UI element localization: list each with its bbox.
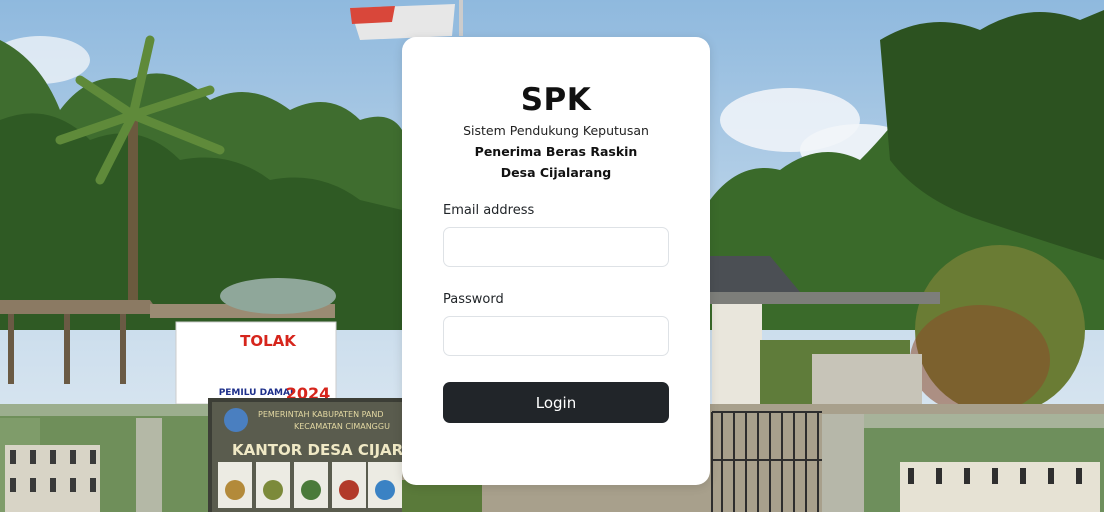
banner-sub-text: PEMILU DAMAI [219, 388, 294, 398]
sign-line2: KECAMATAN CIMANGGU [294, 422, 390, 431]
sign-line1: PEMERINTAH KABUPATEN PAND [258, 410, 384, 419]
password-label: Password [443, 292, 504, 307]
password-input[interactable] [443, 316, 669, 356]
login-button[interactable]: Login [443, 382, 669, 423]
village-name: Desa Cijalarang [500, 165, 612, 180]
app-title: SPK [520, 82, 592, 118]
email-input[interactable] [443, 227, 669, 267]
email-label: Email address [443, 203, 535, 218]
login-card: SPK Sistem Pendukung Keputusan Penerima … [402, 37, 710, 485]
app-subtitle: Sistem Pendukung Keputusan [463, 123, 649, 138]
banner-text: TOLAK [240, 332, 297, 350]
app-description-line: Penerima Beras Raskin [474, 144, 638, 159]
sign-line3: KANTOR DESA CIJAR [232, 441, 404, 459]
